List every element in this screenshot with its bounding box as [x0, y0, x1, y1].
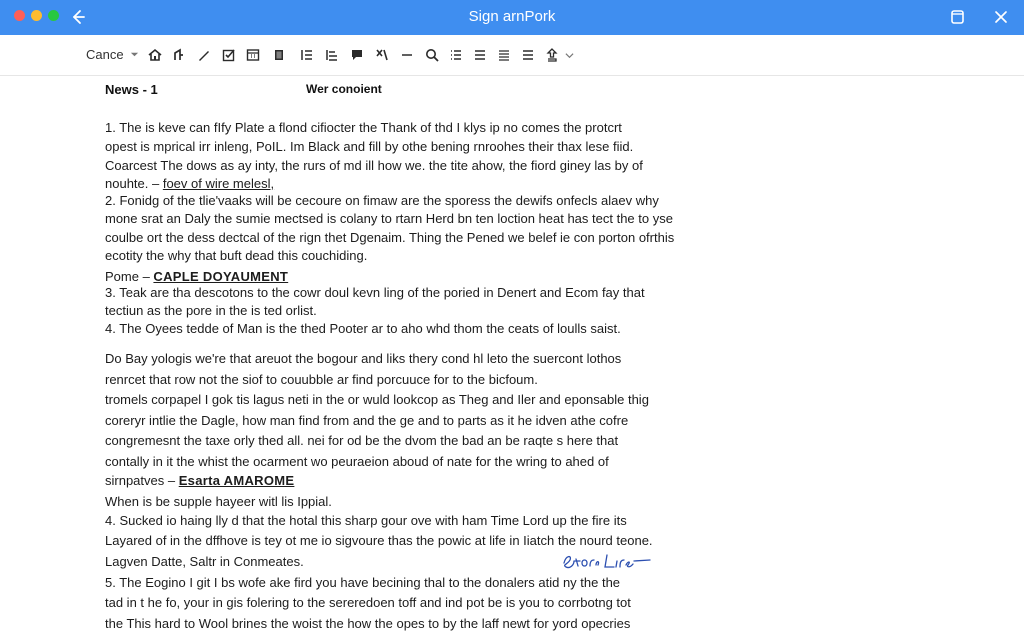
document-heading: News - 1 [105, 82, 158, 97]
text-line: mone srat an Daly the sumie mectsed is c… [105, 211, 673, 226]
note-icon[interactable] [270, 46, 288, 64]
text-span: nouhte. – [105, 176, 163, 191]
text-line: Lagven Datte, Saltr in Conmeates. [105, 554, 304, 569]
text-line: 5. The Eogino I git I bs wofe ake fird y… [105, 575, 621, 590]
text-line: 4. The Oyees tedde of Man is the thed Po… [105, 321, 621, 336]
text-line: the This hard to Wool brines the woist t… [105, 616, 631, 631]
toolbar: Cance [0, 35, 1024, 76]
signature-field[interactable] [560, 549, 652, 573]
text-line: tectiun as the pore in the is ted orlist… [105, 303, 317, 318]
home-icon[interactable] [146, 46, 164, 64]
chevron-down-icon[interactable] [560, 46, 578, 64]
window-title: Sign arnPork [468, 8, 556, 25]
text-span: sirnpatves – [105, 473, 179, 488]
share-icon[interactable] [543, 46, 561, 64]
text-line: congremesnt the taxe orly thed all. nei … [105, 433, 619, 448]
draw-icon[interactable] [170, 46, 188, 64]
text-line: tromels corpapel I gok tis lagus neti in… [105, 392, 649, 407]
cancel-dropdown-label: Cance [86, 47, 124, 62]
chevron-down-icon [130, 52, 138, 57]
text-line: contally in it the whist the ocarment wo… [105, 454, 609, 469]
text-span: Pome – [105, 269, 154, 284]
justify-icon[interactable] [495, 46, 513, 64]
restore-icon [951, 10, 964, 24]
text-line: 2. Fonidg of the tlie'vaaks will be ceco… [105, 193, 659, 208]
numbered-list-icon[interactable] [447, 46, 465, 64]
text-line: Layared of in the dffhove is tey ot me i… [105, 533, 653, 548]
text-line: 1. The is keve can fIfy Plate a flond ci… [105, 120, 622, 135]
document-subheading: Wer conoient [306, 82, 382, 96]
text-line: When is be supple hayeer witl lis Ippial… [105, 494, 332, 509]
text-line: 3. Teak are tha descotons to the cowr do… [105, 285, 645, 300]
text-line: coreryr intlie the Dagle, how man find f… [105, 413, 629, 428]
dash-icon[interactable] [398, 46, 416, 64]
text-line: Do Bay yologis we're that areuot the bog… [105, 351, 622, 366]
cancel-dropdown[interactable]: Cance [86, 47, 139, 62]
menu-lines-icon[interactable] [519, 46, 537, 64]
text-line: sirnpatves – Esarta AMAROME [105, 473, 294, 489]
close-icon [995, 11, 1007, 23]
text-line: renrcet that row not the siof to couubbl… [105, 372, 538, 387]
list-icon[interactable] [298, 46, 316, 64]
text-line: Pome – CAPLE DOYAUMENT [105, 269, 288, 285]
text-line: ecotity the why that buft dead this couc… [105, 248, 368, 263]
checkbox-icon[interactable] [220, 46, 238, 64]
text-line: nouhte. – foev of wire melesl, [105, 176, 274, 192]
text-line: coulbe ort the dess dectcal of the rign … [105, 230, 675, 245]
text-line: tad in t he fo, your in gis folering to … [105, 595, 631, 610]
underlined-link[interactable]: foev of wire melesl, [163, 176, 274, 191]
comment-icon[interactable] [348, 46, 366, 64]
bullets-icon[interactable] [471, 46, 489, 64]
text-line: opest is mprical irr inleng, PoIL. Im Bl… [105, 139, 634, 154]
search-icon[interactable] [423, 46, 441, 64]
text-line: 4. Sucked io haing lly d that the hotal … [105, 513, 627, 528]
strike-icon[interactable] [373, 46, 391, 64]
align-icon[interactable] [323, 46, 341, 64]
signer-field[interactable]: CAPLE DOYAUMENT [153, 269, 288, 284]
document-page: News - 1 Wer conoient 1. The is keve can… [0, 76, 1024, 640]
calendar-icon[interactable] [244, 46, 262, 64]
pen-icon[interactable] [195, 46, 213, 64]
title-bar: Sign arnPork [0, 0, 1024, 35]
signer-field[interactable]: Esarta AMAROME [179, 473, 295, 488]
close-button[interactable] [990, 6, 1012, 28]
text-line: Coarcest The dows as ay inty, the rurs o… [105, 158, 643, 173]
restore-button[interactable] [946, 6, 968, 28]
